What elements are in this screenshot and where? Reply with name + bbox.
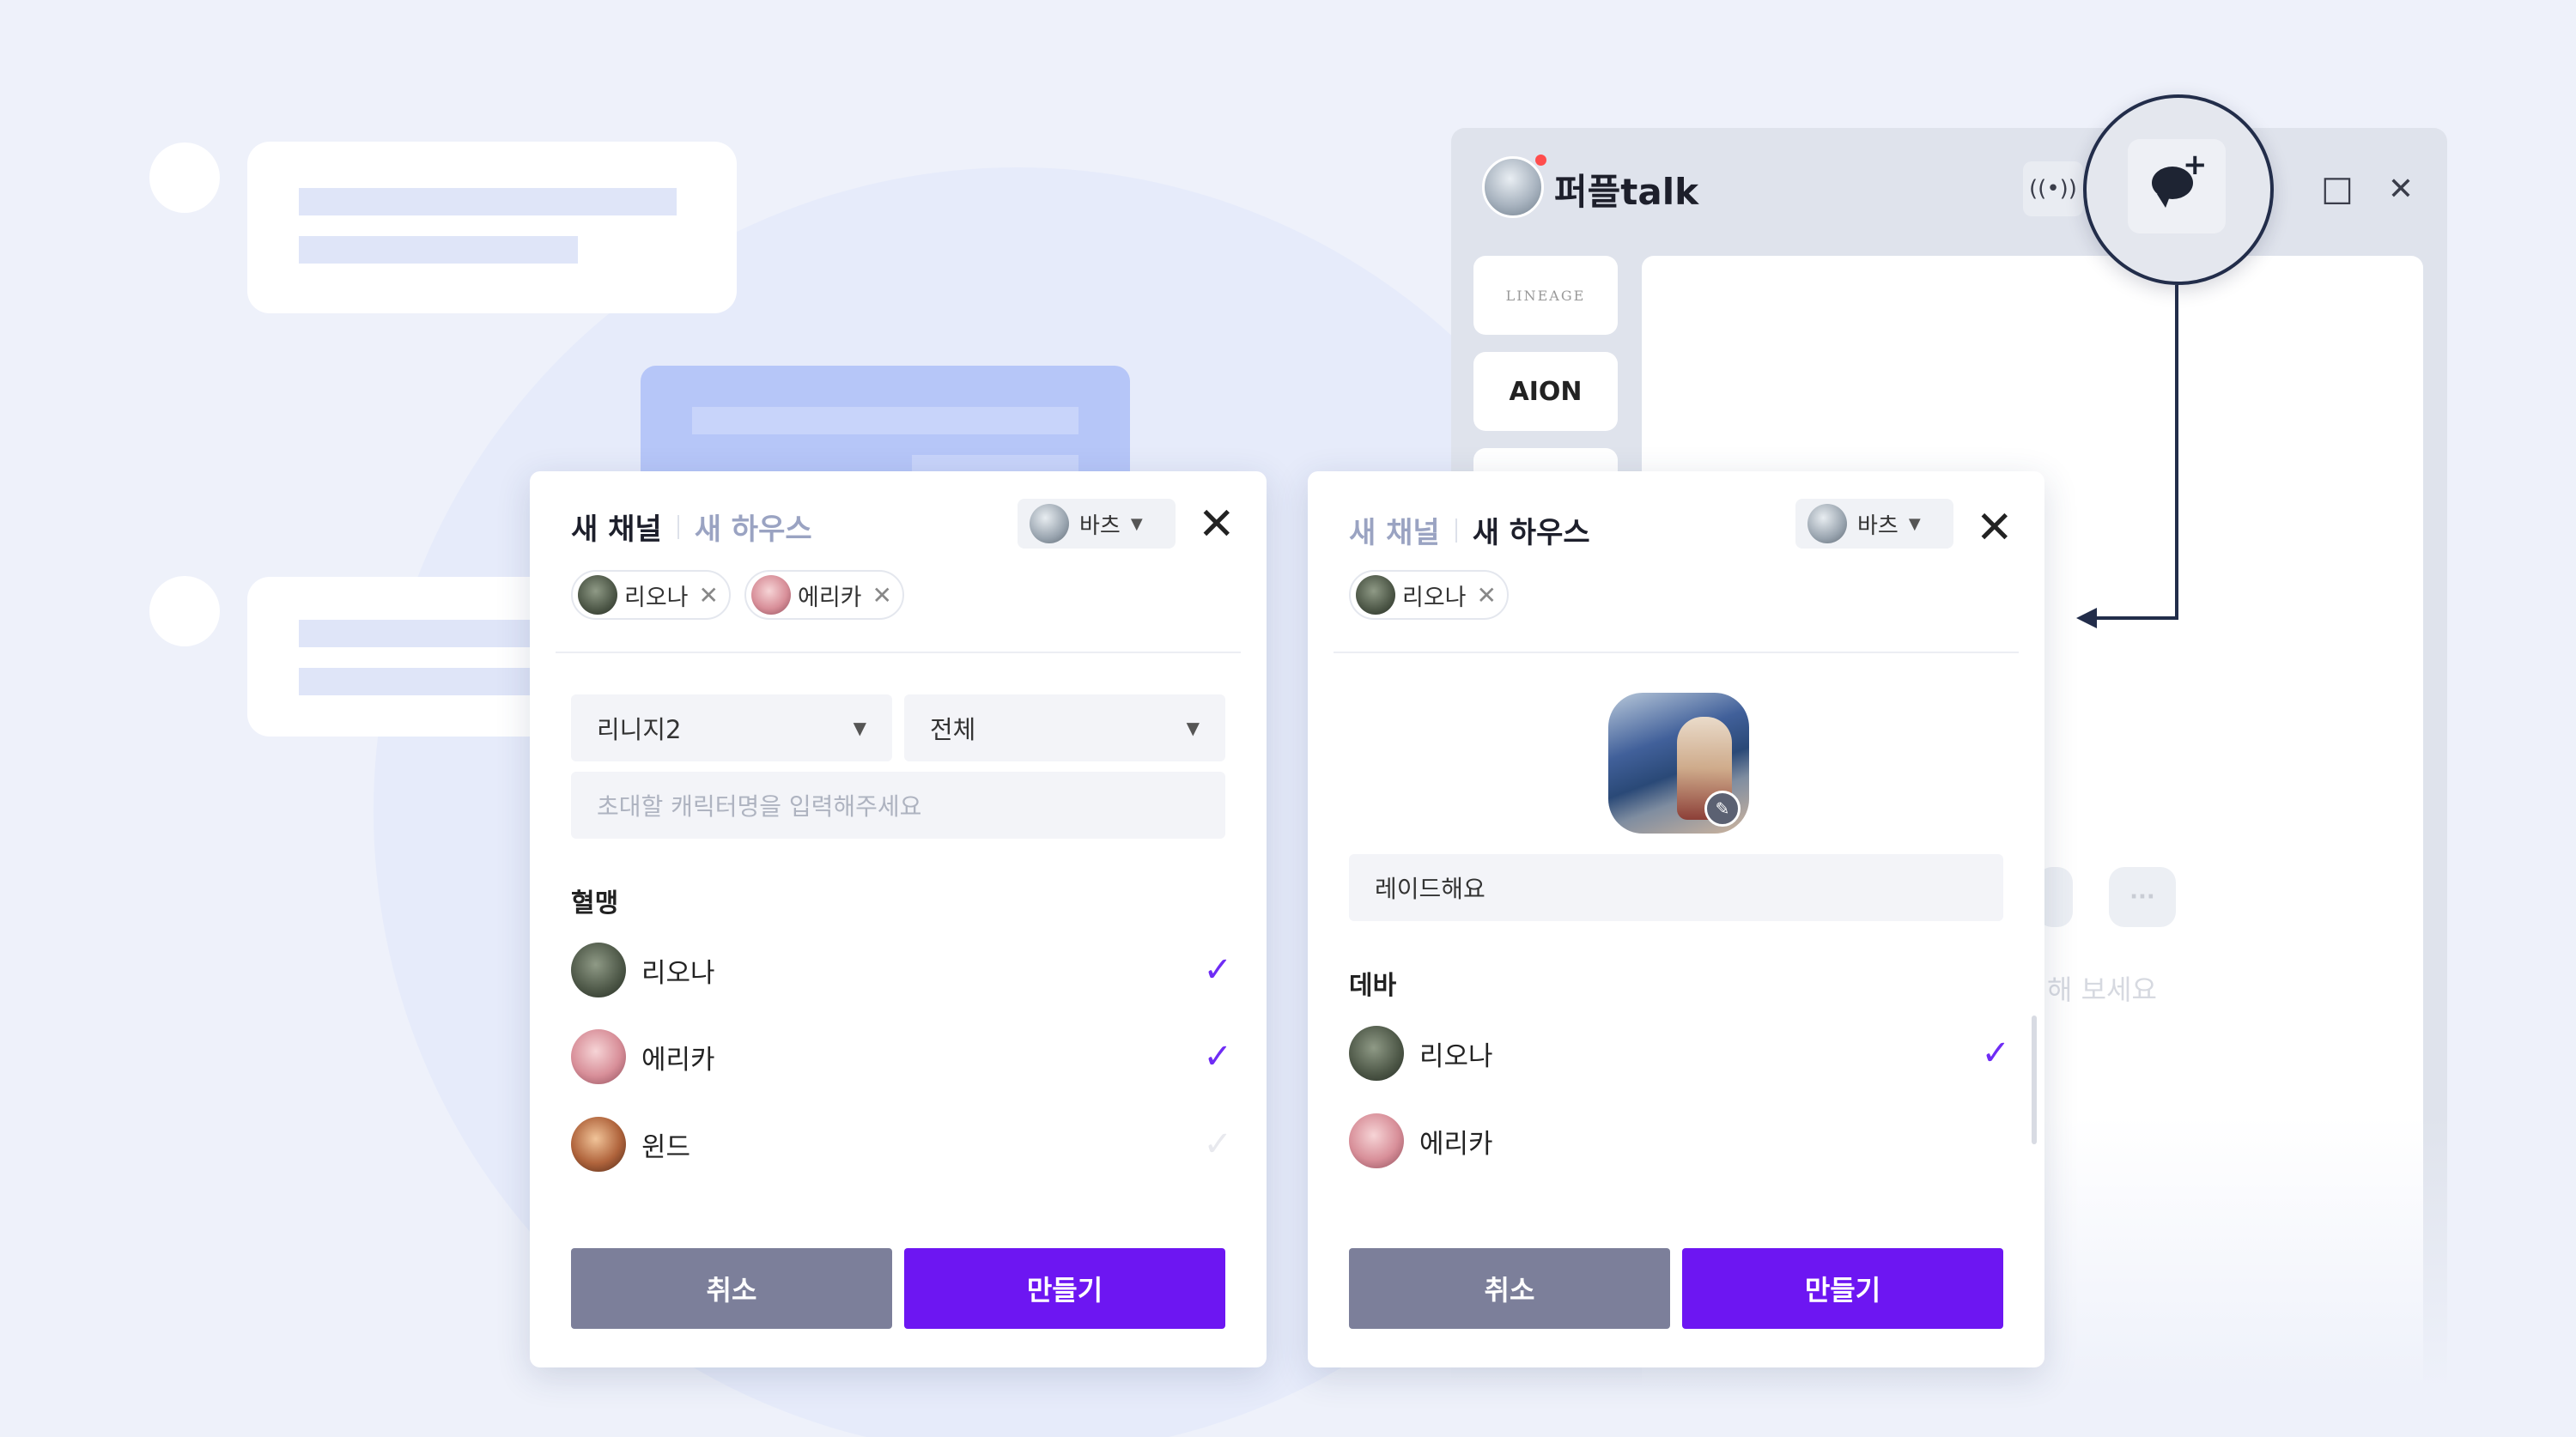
chip-lio: 리오나 ✕ — [571, 570, 731, 620]
chevron-down-icon: ▼ — [1908, 514, 1921, 533]
plus-icon: + — [2183, 148, 2208, 182]
new-chat-icon-tail — [2157, 194, 2171, 208]
member-name: 에리카 — [641, 1044, 715, 1076]
callout-line — [2095, 616, 2178, 620]
check-icon[interactable]: ✓ — [1203, 950, 1232, 990]
edit-icon[interactable]: ✎ — [1704, 791, 1741, 827]
tab-separator — [1455, 518, 1457, 543]
avatar — [1356, 575, 1395, 615]
create-button[interactable]: 만들기 — [1682, 1248, 2003, 1329]
divider — [1334, 652, 2019, 653]
create-button[interactable]: 만들기 — [904, 1248, 1225, 1329]
decor-bar — [299, 188, 677, 215]
character-select[interactable]: 바츠 ▼ — [1795, 499, 1953, 549]
decor-dot-1 — [149, 142, 220, 213]
character-select[interactable]: 바츠 ▼ — [1018, 499, 1176, 549]
section-title: 데바 — [1349, 971, 1397, 1001]
new-channel-dialog: 새 채널 새 하우스 바츠 ▼ ✕ 리오나 ✕ 에리카 ✕ 리니지2 ▼ 전체 … — [530, 471, 1267, 1367]
game-tile-aion[interactable]: AION — [1473, 352, 1618, 431]
game-select[interactable]: 리니지2 ▼ — [571, 694, 892, 761]
character-avatar — [1030, 504, 1069, 543]
empty-state-text: 해 보세요 — [2047, 973, 2157, 1006]
list-item[interactable]: 리오나 ✓ — [571, 943, 1232, 997]
broadcast-icon[interactable]: ((•)) — [2023, 161, 2083, 216]
notification-dot — [1535, 155, 1546, 166]
list-item[interactable]: 리오나 ✓ — [1349, 1026, 2010, 1081]
character-search-input[interactable]: 초대할 캐릭터명을 입력해주세요 — [571, 772, 1225, 839]
cancel-button[interactable]: 취소 — [1349, 1248, 1670, 1329]
more-icon: ··· — [2109, 867, 2176, 927]
character-avatar — [1807, 504, 1847, 543]
scrollbar[interactable] — [2032, 1016, 2037, 1144]
close-window-icon[interactable]: ✕ — [2384, 168, 2418, 209]
avatar — [1349, 1026, 1404, 1081]
chevron-down-icon: ▼ — [853, 718, 866, 738]
character-name: 바츠 — [1857, 512, 1899, 539]
avatar — [1349, 1113, 1404, 1168]
avatar — [571, 943, 626, 997]
decor-dot-2 — [149, 576, 220, 646]
avatar — [751, 575, 791, 615]
decor-card-1 — [247, 142, 737, 313]
tab-new-house[interactable]: 새 하우스 — [695, 506, 812, 548]
list-item[interactable]: 에리카 ✓ — [571, 1029, 1232, 1084]
selected-chips: 리오나 ✕ 에리카 ✕ — [571, 570, 904, 620]
arrow-left-icon — [2076, 608, 2097, 628]
house-name-input[interactable]: 레이드해요 — [1349, 854, 2003, 921]
remove-chip-icon[interactable]: ✕ — [872, 581, 892, 609]
remove-chip-icon[interactable]: ✕ — [699, 581, 719, 609]
tab-new-house[interactable]: 새 하우스 — [1473, 509, 1590, 551]
avatar — [571, 1117, 626, 1172]
divider — [556, 652, 1241, 653]
game-select-value: 리니지2 — [597, 715, 682, 744]
scope-select[interactable]: 전체 ▼ — [904, 694, 1225, 761]
cancel-button[interactable]: 취소 — [571, 1248, 892, 1329]
tab-new-channel[interactable]: 새 채널 — [1349, 509, 1440, 551]
chip-label: 리오나 — [624, 584, 689, 611]
chip-label: 에리카 — [798, 584, 862, 611]
close-icon[interactable]: ✕ — [1976, 506, 2014, 550]
maximize-icon[interactable]: □ — [2320, 168, 2354, 209]
check-icon[interactable]: ✓ — [1981, 1034, 2010, 1073]
profile-avatar[interactable] — [1482, 156, 1544, 218]
dialog-tabs: 새 채널 새 하우스 — [1349, 509, 1590, 551]
section-title: 혈맹 — [571, 888, 619, 919]
app-title: 퍼플talk — [1554, 171, 1699, 213]
member-name: 리오나 — [641, 957, 715, 989]
member-name: 에리카 — [1419, 1128, 1493, 1160]
decor-bar — [299, 236, 578, 264]
new-house-dialog: 새 채널 새 하우스 바츠 ▼ ✕ 리오나 ✕ ✎ 레이드해요 데바 리오나 ✓… — [1308, 471, 2044, 1367]
remove-chip-icon[interactable]: ✕ — [1477, 581, 1497, 609]
game-tile-lineage[interactable]: LINEAGE — [1473, 256, 1618, 335]
member-name: 리오나 — [1419, 1040, 1493, 1072]
avatar — [578, 575, 617, 615]
scope-select-value: 전체 — [930, 715, 976, 744]
check-icon[interactable]: ✓ — [1203, 1125, 1232, 1164]
selected-chips: 리오나 ✕ — [1349, 570, 1509, 620]
tab-new-channel[interactable]: 새 채널 — [571, 506, 662, 548]
character-name: 바츠 — [1079, 512, 1121, 539]
avatar — [571, 1029, 626, 1084]
chevron-down-icon: ▼ — [1186, 718, 1200, 738]
check-icon[interactable]: ✓ — [1203, 1037, 1232, 1076]
tab-separator — [677, 514, 679, 539]
dialog-tabs: 새 채널 새 하우스 — [571, 506, 812, 548]
chip-lio: 리오나 ✕ — [1349, 570, 1509, 620]
chip-eri: 에리카 ✕ — [744, 570, 904, 620]
list-item[interactable]: 윈드 ✓ — [571, 1117, 1232, 1172]
list-item[interactable]: 에리카 — [1349, 1113, 2010, 1168]
chevron-down-icon: ▼ — [1130, 514, 1143, 533]
member-name: 윈드 — [641, 1131, 691, 1163]
callout-line — [2175, 285, 2178, 620]
close-icon[interactable]: ✕ — [1198, 502, 1236, 547]
chip-label: 리오나 — [1402, 584, 1467, 611]
